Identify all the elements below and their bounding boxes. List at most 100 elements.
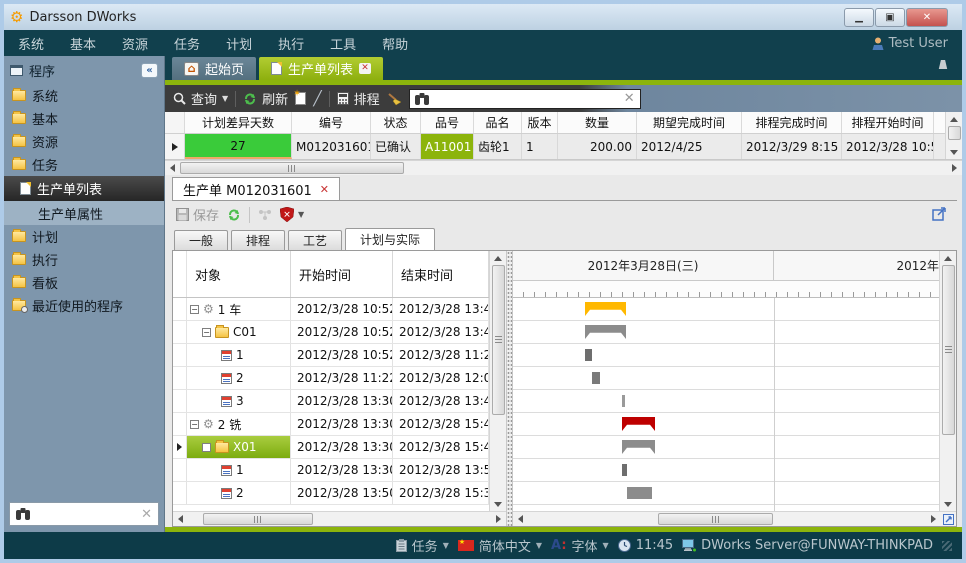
- col-status[interactable]: 状态: [371, 112, 421, 133]
- tree-row[interactable]: 1 2012/3/28 10:52 2012/3/28 11:22: [173, 344, 489, 367]
- tree-row[interactable]: 2 2012/3/28 11:22 2012/3/28 12:00: [173, 367, 489, 390]
- menu-basic[interactable]: 基本: [70, 34, 96, 53]
- col-sched-start[interactable]: 排程开始时间: [842, 112, 934, 133]
- gantt-bar[interactable]: [585, 302, 626, 316]
- pin-icon[interactable]: [936, 60, 950, 69]
- clear-button[interactable]: [387, 92, 402, 106]
- tree-row[interactable]: −⚙1 车 2012/3/28 10:52 2012/3/28 13:40: [173, 298, 489, 321]
- sidebar-item-production-order-props[interactable]: 生产单属性: [4, 201, 164, 225]
- refresh-button[interactable]: 刷新: [243, 89, 288, 108]
- tree-row[interactable]: −C01 2012/3/28 10:52 2012/3/28 13:40: [173, 321, 489, 344]
- save-button[interactable]: 保存: [176, 205, 219, 224]
- cell-item-name[interactable]: 齿轮1: [474, 134, 522, 159]
- subtab-process[interactable]: 工艺: [288, 230, 342, 250]
- subtab-plan-vs-actual[interactable]: 计划与实际: [345, 228, 435, 250]
- gantt-bar[interactable]: [622, 440, 655, 454]
- cell-expect-finish[interactable]: 2012/4/25: [637, 134, 742, 159]
- tree-col-object[interactable]: 对象: [187, 251, 291, 297]
- tree-vertical-scrollbar[interactable]: [489, 251, 506, 511]
- tab-close-icon[interactable]: ✕: [359, 63, 371, 74]
- cell-status[interactable]: 已确认: [371, 134, 421, 159]
- cell-diff-days[interactable]: 27: [185, 134, 292, 159]
- col-number[interactable]: 编号: [292, 112, 371, 133]
- tree-row[interactable]: 1 2012/3/28 13:30 2012/3/28 13:50: [173, 459, 489, 482]
- detail-tab-close-icon[interactable]: ✕: [320, 183, 329, 196]
- menu-resource[interactable]: 资源: [122, 34, 148, 53]
- grid-vertical-scrollbar[interactable]: [945, 112, 962, 159]
- grid-horizontal-scrollbar[interactable]: [165, 160, 962, 175]
- new-button[interactable]: ✶: [295, 92, 306, 105]
- sidebar-item-task[interactable]: 任务: [4, 153, 164, 176]
- tree-row[interactable]: 2 2012/3/28 13:50 2012/3/28 15:30: [173, 482, 489, 505]
- tab-home[interactable]: ⌂ 起始页: [172, 57, 256, 80]
- edit-button[interactable]: ╱: [313, 91, 321, 107]
- tree-row[interactable]: −⚙2 铣 2012/3/28 13:30 2012/3/28 15:40: [173, 413, 489, 436]
- cell-number[interactable]: M012031601: [292, 134, 371, 159]
- status-task-menu[interactable]: 任务 ▼: [396, 536, 449, 555]
- status-language-menu[interactable]: ★ 简体中文 ▼: [458, 536, 542, 555]
- gantt-bar[interactable]: [622, 464, 627, 476]
- col-item-name[interactable]: 品名: [474, 112, 522, 133]
- menu-execute[interactable]: 执行: [278, 34, 304, 53]
- sidebar-item-execute[interactable]: 执行: [4, 248, 164, 271]
- splitter-handle[interactable]: [506, 251, 513, 526]
- tree-row-selected[interactable]: −X01 2012/3/28 13:30 2012/3/28 15:40: [173, 436, 489, 459]
- menu-task[interactable]: 任务: [174, 34, 200, 53]
- gantt-horizontal-scrollbar[interactable]: [513, 511, 941, 526]
- collapse-icon[interactable]: −: [190, 305, 199, 314]
- current-user[interactable]: Test User: [872, 36, 948, 51]
- collapse-icon[interactable]: −: [202, 443, 211, 452]
- query-button[interactable]: 查询 ▼: [173, 89, 228, 108]
- tab-production-order-list[interactable]: 生产单列表 ✕: [259, 57, 383, 80]
- sidebar-collapse-button[interactable]: «: [141, 63, 158, 78]
- gantt-bar[interactable]: [622, 395, 625, 407]
- subtab-general[interactable]: 一般: [174, 230, 228, 250]
- flow-view-button[interactable]: [258, 209, 272, 221]
- col-sched-finish[interactable]: 排程完成时间: [742, 112, 842, 133]
- menu-help[interactable]: 帮助: [382, 34, 408, 53]
- status-font-menu[interactable]: A: 字体 ▼: [551, 536, 609, 555]
- cell-sched-finish[interactable]: 2012/3/29 8:15: [742, 134, 842, 159]
- collapse-icon[interactable]: −: [202, 328, 211, 337]
- detail-refresh-button[interactable]: [227, 208, 241, 222]
- gantt-bar[interactable]: [592, 372, 600, 384]
- cell-qty[interactable]: 200.00: [558, 134, 637, 159]
- gantt-bar[interactable]: [622, 417, 655, 431]
- maximize-button[interactable]: ▣: [875, 8, 905, 27]
- tree-row[interactable]: 3 2012/3/28 13:30 2012/3/28 13:40: [173, 390, 489, 413]
- gantt-bar[interactable]: [585, 325, 626, 339]
- detail-tab-production-order[interactable]: 生产单 M012031601 ✕: [172, 177, 340, 200]
- menu-system[interactable]: 系统: [18, 34, 44, 53]
- menu-tools[interactable]: 工具: [330, 34, 356, 53]
- subtab-schedule[interactable]: 排程: [231, 230, 285, 250]
- col-expect-finish[interactable]: 期望完成时间: [637, 112, 742, 133]
- toolbar-filter-clear-icon[interactable]: ✕: [624, 91, 635, 106]
- menu-plan[interactable]: 计划: [226, 34, 252, 53]
- cancel-confirm-button[interactable]: ✕ ▼: [280, 207, 304, 222]
- col-version[interactable]: 版本: [522, 112, 558, 133]
- resize-grip[interactable]: [942, 541, 952, 551]
- col-item-no[interactable]: 品号: [421, 112, 474, 133]
- sidebar-item-resource[interactable]: 资源: [4, 130, 164, 153]
- sidebar-item-production-order-list[interactable]: 生产单列表: [4, 176, 164, 201]
- gantt-bar[interactable]: [627, 487, 652, 499]
- gantt-bar[interactable]: [585, 349, 592, 361]
- gantt-expand-button[interactable]: [941, 511, 956, 526]
- cell-version[interactable]: 1: [522, 134, 558, 159]
- sidebar-item-recent-programs[interactable]: 最近使用的程序: [4, 294, 164, 317]
- minimize-button[interactable]: ▁: [844, 8, 874, 27]
- sidebar-search-input[interactable]: [36, 507, 135, 521]
- sidebar-search-clear-icon[interactable]: ✕: [141, 507, 152, 522]
- collapse-icon[interactable]: −: [190, 420, 199, 429]
- cell-item-no[interactable]: A11001: [421, 134, 474, 159]
- schedule-button[interactable]: 排程: [337, 89, 380, 108]
- cell-sched-start[interactable]: 2012/3/28 10:52: [842, 134, 934, 159]
- sidebar-item-system[interactable]: 系统: [4, 84, 164, 107]
- tree-col-end[interactable]: 结束时间: [393, 251, 489, 297]
- toolbar-filter-input[interactable]: [434, 92, 619, 106]
- col-qty[interactable]: 数量: [558, 112, 637, 133]
- sidebar-item-kanban[interactable]: 看板: [4, 271, 164, 294]
- sidebar-item-plan[interactable]: 计划: [4, 225, 164, 248]
- col-diff-days[interactable]: 计划差异天数: [185, 112, 292, 133]
- sidebar-item-basic[interactable]: 基本: [4, 107, 164, 130]
